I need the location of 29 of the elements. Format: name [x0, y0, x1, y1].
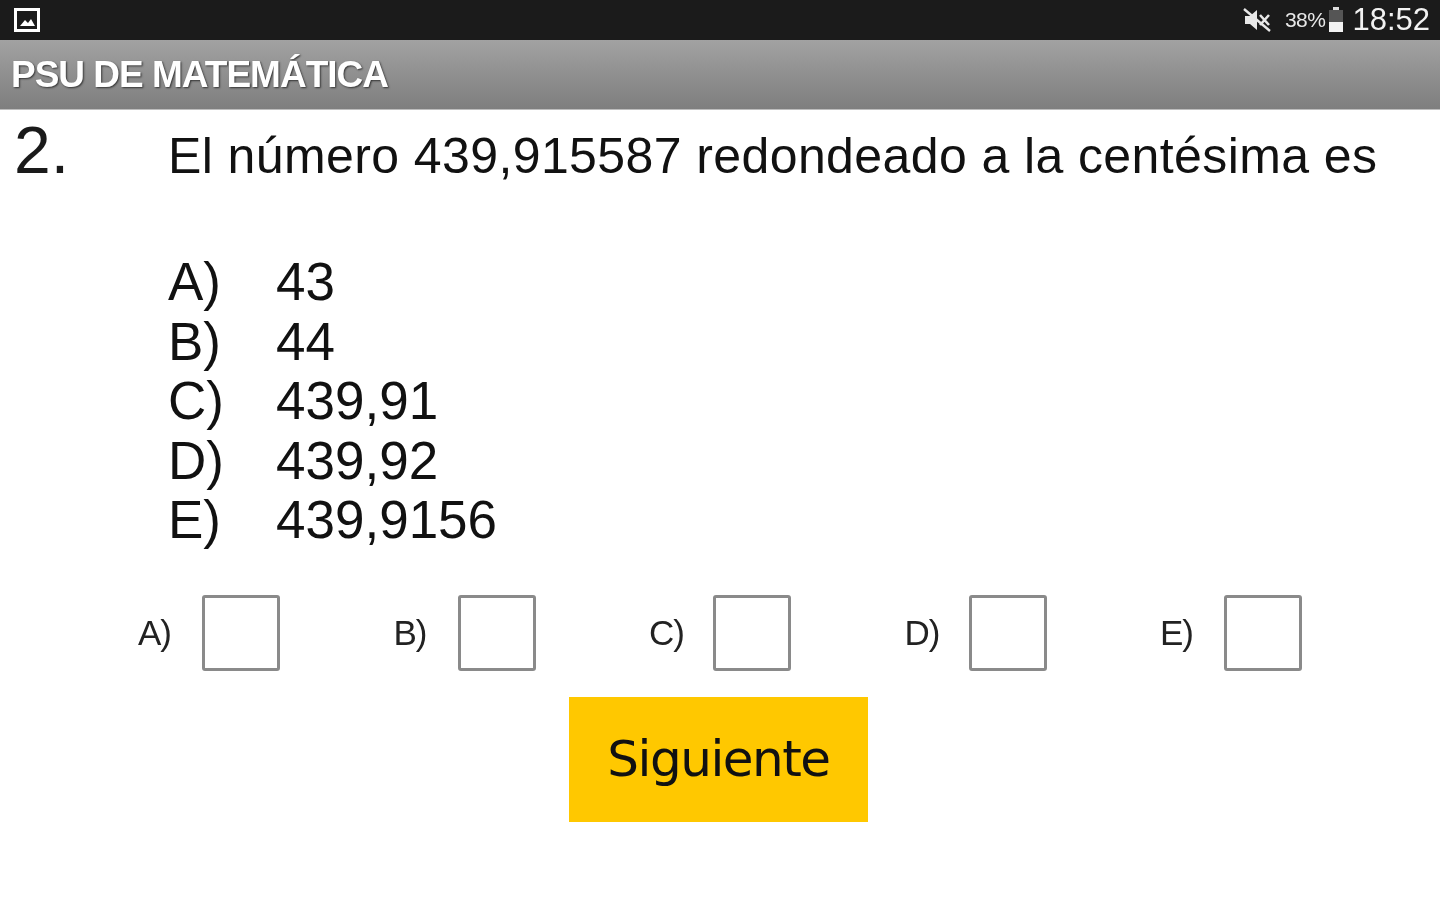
app-title: PSU DE MATEMÁTICA [11, 53, 388, 96]
option-letter: D) [168, 430, 225, 491]
answer-checkbox[interactable] [968, 594, 1047, 671]
answer-label: D) [904, 612, 941, 653]
answer-checkbox[interactable] [1224, 594, 1302, 671]
answer-checkbox[interactable] [713, 594, 791, 671]
answer-label: E) [1160, 612, 1194, 653]
option-value: 439,9156 [276, 489, 498, 551]
option-letter: A) [168, 251, 222, 313]
question-text: El número 439,915587 redondeado a la centésima es [168, 127, 1378, 186]
answer-label: A) [138, 612, 172, 653]
question-number: 2. [13, 114, 71, 186]
image-icon [14, 8, 40, 32]
answer-checkbox[interactable] [202, 594, 280, 671]
option-letter: C) [168, 371, 225, 432]
next-button[interactable]: Siguiente [569, 696, 868, 822]
answer-label: C) [649, 612, 685, 653]
battery-icon [1328, 7, 1345, 33]
option-letter: B) [168, 311, 222, 372]
mute-icon [1242, 8, 1271, 32]
option-value: 439,92 [276, 429, 439, 491]
battery-percent: 38% [1284, 8, 1326, 32]
clock-time: 18:52 [1352, 2, 1430, 38]
answer-checkbox[interactable] [457, 594, 536, 671]
option-value: 43 [276, 251, 335, 313]
option-letter: E) [168, 490, 222, 551]
option-value: 439,91 [276, 370, 439, 432]
answer-label: B) [393, 612, 428, 653]
option-value: 44 [276, 310, 335, 372]
